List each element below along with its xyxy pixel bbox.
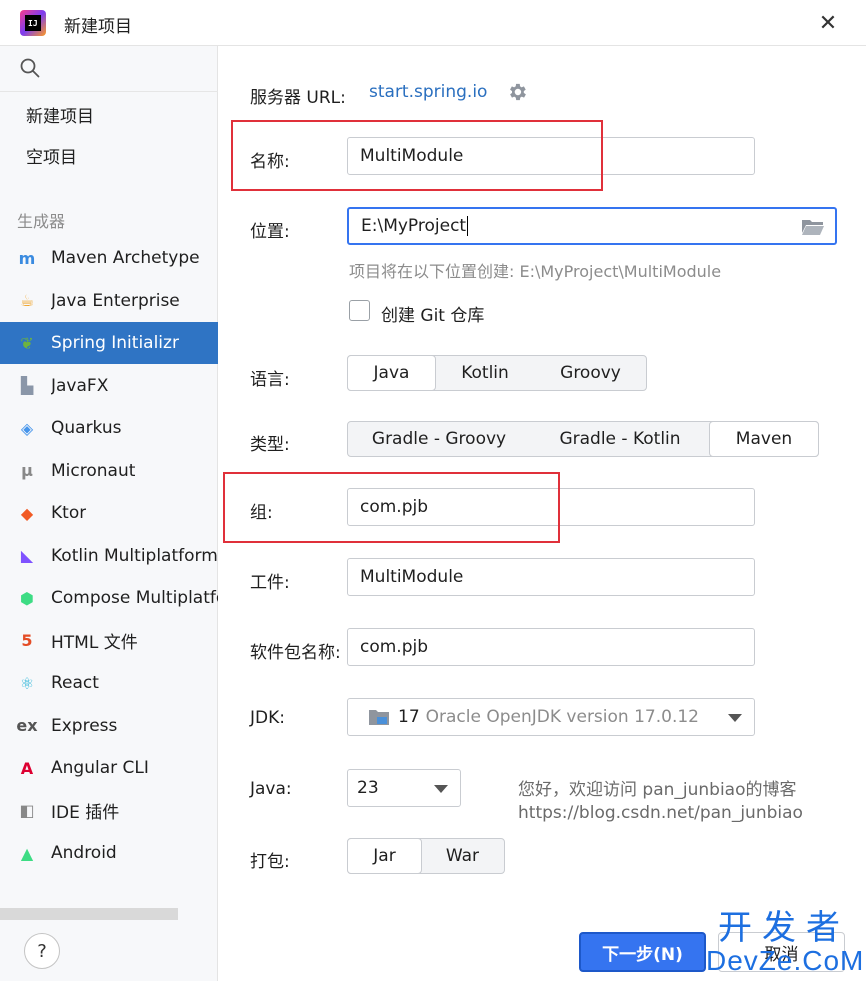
location-input[interactable]: E:\MyProject bbox=[347, 207, 837, 245]
sidebar-item-react[interactable]: ⚛ React bbox=[0, 662, 218, 704]
sidebar-item-java-enterprise[interactable]: ☕ Java Enterprise bbox=[0, 280, 218, 322]
jdk-folder-icon bbox=[369, 710, 389, 725]
micronaut-icon: μ bbox=[21, 461, 33, 480]
sidebar-item-empty-project[interactable]: 空项目 bbox=[0, 134, 218, 176]
packaging-option-jar[interactable]: Jar bbox=[347, 838, 422, 874]
express-icon: ex bbox=[16, 716, 38, 735]
sidebar-item-ktor[interactable]: ◆ Ktor bbox=[0, 492, 218, 534]
group-label: 组: bbox=[250, 503, 273, 523]
create-git-repo-checkbox[interactable] bbox=[349, 300, 370, 321]
close-button[interactable]: ✕ bbox=[812, 8, 844, 38]
packaging-segmented-control: Jar War bbox=[347, 838, 505, 874]
name-label: 名称: bbox=[250, 152, 290, 172]
language-label: 语言: bbox=[250, 370, 290, 390]
type-option-gradle-kotlin[interactable]: Gradle - Kotlin bbox=[530, 422, 710, 456]
sidebar-item-compose[interactable]: ⬢Compose Multiplatform bbox=[0, 577, 218, 619]
language-option-groovy[interactable]: Groovy bbox=[535, 356, 646, 390]
ktor-icon: ◆ bbox=[20, 503, 34, 523]
react-icon: ⚛ bbox=[19, 673, 35, 693]
compose-icon: ⬢ bbox=[20, 588, 34, 608]
sidebar-item-maven[interactable]: m Maven Archetype bbox=[0, 237, 218, 279]
generators-section-label: 生成器 bbox=[17, 212, 66, 231]
sidebar-item-express[interactable]: ex Express bbox=[0, 705, 218, 747]
next-button[interactable]: 下一步(N) bbox=[579, 932, 706, 972]
android-icon: ▲ bbox=[20, 843, 34, 863]
window-title: 新建项目 bbox=[64, 17, 132, 37]
name-input[interactable]: MultiModule bbox=[347, 137, 755, 175]
packaging-label: 打包: bbox=[250, 852, 290, 872]
group-input[interactable]: com.pjb bbox=[347, 488, 755, 526]
sidebar-search[interactable] bbox=[0, 46, 218, 92]
jdk-version: 17 bbox=[398, 707, 420, 727]
angular-icon: A bbox=[20, 758, 34, 778]
type-segmented-control: Gradle - Groovy Gradle - Kotlin Maven bbox=[347, 421, 819, 457]
sidebar-item-ide-plugin[interactable]: ◧ IDE 插件 bbox=[0, 790, 218, 832]
location-label: 位置: bbox=[250, 222, 290, 242]
server-url-label: 服务器 URL: bbox=[250, 88, 346, 108]
spring-icon: ❦ bbox=[20, 333, 34, 353]
sidebar-item-micronaut[interactable]: μ Micronaut bbox=[0, 450, 218, 492]
folder-browse-icon[interactable] bbox=[801, 218, 825, 236]
quarkus-icon: ◈ bbox=[20, 418, 34, 438]
help-button[interactable]: ? bbox=[24, 933, 60, 969]
jdk-dropdown[interactable]: 17 Oracle OpenJDK version 17.0.12 bbox=[347, 698, 755, 736]
jdk-name: Oracle OpenJDK version 17.0.12 bbox=[425, 707, 699, 727]
sidebar-item-kotlin[interactable]: ◣ Kotlin Multiplatform bbox=[0, 535, 218, 577]
package-name-input[interactable]: com.pjb bbox=[347, 628, 755, 666]
chevron-down-icon bbox=[434, 785, 448, 793]
language-option-kotlin[interactable]: Kotlin bbox=[435, 356, 535, 390]
language-option-java[interactable]: Java bbox=[347, 355, 436, 391]
html5-icon: 5 bbox=[21, 631, 33, 650]
create-git-repo-label: 创建 Git 仓库 bbox=[381, 306, 485, 326]
type-label: 类型: bbox=[250, 435, 290, 455]
search-icon bbox=[20, 58, 40, 78]
jdk-label: JDK: bbox=[250, 708, 285, 728]
artifact-input[interactable]: MultiModule bbox=[347, 558, 755, 596]
type-option-gradle-groovy[interactable]: Gradle - Groovy bbox=[348, 422, 530, 456]
chevron-down-icon bbox=[728, 714, 742, 722]
watermark-logo: 开发者 DevZe.CoM bbox=[706, 909, 865, 976]
sidebar-horizontal-scrollbar[interactable] bbox=[0, 908, 178, 920]
text-caret bbox=[467, 216, 469, 236]
ide-plugin-icon: ◧ bbox=[19, 801, 35, 820]
blog-note-line2: https://blog.csdn.net/pan_junbiao bbox=[518, 803, 803, 823]
sidebar-item-android[interactable]: ▲ Android bbox=[0, 832, 218, 874]
sidebar-item-javafx[interactable]: ▙ JavaFX bbox=[0, 365, 218, 407]
maven-icon: m bbox=[18, 248, 36, 268]
package-name-label: 软件包名称: bbox=[250, 643, 341, 663]
sidebar: 新建项目 空项目 生成器 m Maven Archetype ☕ Java Enter… bbox=[0, 46, 218, 981]
blog-note-line1: 您好，欢迎访问 pan_junbiao的博客 bbox=[518, 780, 797, 800]
packaging-option-war[interactable]: War bbox=[421, 839, 504, 873]
language-segmented-control: Java Kotlin Groovy bbox=[347, 355, 647, 391]
java-version-dropdown[interactable]: 23 bbox=[347, 769, 461, 807]
sidebar-item-spring[interactable]: ❦ Spring Initializr bbox=[0, 322, 218, 364]
intellij-app-icon: IJ bbox=[20, 10, 46, 36]
kotlin-icon: ◣ bbox=[20, 546, 34, 565]
sidebar-item-html5[interactable]: 5 HTML 文件 bbox=[0, 620, 218, 662]
gear-icon[interactable] bbox=[506, 81, 528, 103]
sidebar-item-new-project[interactable]: 新建项目 bbox=[0, 93, 218, 135]
artifact-label: 工件: bbox=[250, 573, 290, 593]
java-version-label: Java: bbox=[250, 779, 292, 799]
type-option-maven[interactable]: Maven bbox=[709, 421, 819, 457]
sidebar-item-angular[interactable]: A Angular CLI bbox=[0, 747, 218, 789]
server-url-link[interactable]: start.spring.io bbox=[369, 82, 487, 102]
sidebar-item-quarkus[interactable]: ◈ Quarkus bbox=[0, 407, 218, 449]
javafx-icon: ▙ bbox=[20, 376, 34, 395]
title-bar: IJ 新建项目 ✕ bbox=[0, 0, 866, 46]
location-hint: 项目将在以下位置创建: E:\MyProject\MultiModule bbox=[349, 262, 722, 281]
java-enterprise-icon: ☕ bbox=[19, 291, 35, 310]
